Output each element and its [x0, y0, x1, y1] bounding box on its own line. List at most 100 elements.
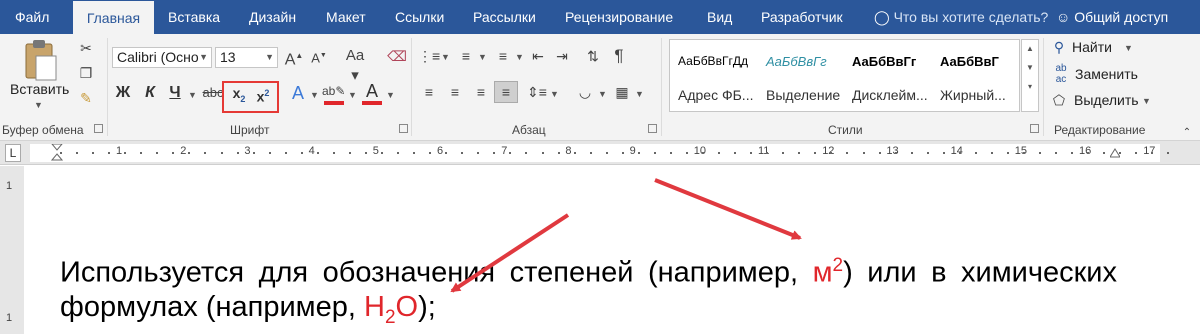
select-button[interactable]: Выделить — [1074, 92, 1139, 108]
style-item[interactable]: АаБбВвГ Жирный... — [932, 40, 1020, 111]
group-divider — [661, 38, 662, 136]
bold-button[interactable]: Ж — [113, 83, 133, 103]
text-run: формулах (например, — [60, 290, 364, 323]
chevron-down-icon[interactable]: ▼ — [348, 90, 357, 100]
tab-layout[interactable]: Макет — [326, 0, 366, 34]
font-size-select[interactable]: 13 ▼ — [215, 47, 278, 68]
copy-icon[interactable]: ❐ — [76, 63, 96, 83]
format-painter-icon[interactable]: ✎ — [76, 88, 96, 108]
chem-o: O — [395, 290, 419, 323]
paragraph-launcher-icon[interactable] — [648, 124, 657, 133]
font-color-icon[interactable]: A — [362, 81, 382, 101]
share-label: Общий доступ — [1074, 9, 1169, 25]
highlight-color-icon[interactable]: ab✎ — [322, 81, 345, 101]
horizontal-ruler[interactable]: 1 2 3 4 5 6 7 8 9 10 11 12 13 14 15 16 17 — [30, 144, 1170, 162]
text-effects-icon[interactable]: A — [288, 83, 308, 103]
bullets-icon[interactable]: ⋮≡ — [418, 46, 440, 66]
right-indent-marker-icon[interactable] — [1109, 145, 1121, 166]
ruler-tick — [926, 152, 929, 154]
replace-icon[interactable]: ab ac — [1050, 63, 1072, 85]
underline-dropdown-icon[interactable]: ▼ — [188, 90, 197, 100]
share-button[interactable]: ☺ Общий доступ — [1056, 0, 1168, 34]
ruler-tick — [445, 152, 448, 154]
chevron-down-icon[interactable]: ▼ — [478, 52, 487, 62]
ruler-tick — [621, 152, 624, 154]
chem-h: H — [364, 290, 385, 323]
style-item[interactable]: АаБбВвГгДд Адрес ФБ... — [670, 40, 758, 111]
select-arrow-icon[interactable]: ⬠ — [1050, 90, 1068, 110]
chevron-up-icon[interactable]: ▲ — [1022, 44, 1038, 53]
ruler-tick — [1135, 152, 1138, 154]
multilevel-list-icon[interactable]: ≡ — [492, 46, 514, 66]
paste-icon[interactable] — [22, 38, 60, 82]
chevron-down-icon[interactable]: ▼ — [441, 52, 450, 62]
document-paragraph[interactable]: Используется для обозначения степеней (н… — [60, 249, 1117, 334]
font-launcher-icon[interactable] — [399, 124, 408, 133]
chevron-down-icon[interactable]: ▼ — [635, 89, 644, 99]
align-center-icon[interactable]: ≡ — [444, 82, 466, 102]
tab-stop-selector[interactable]: L — [5, 144, 21, 162]
ruler-tick — [381, 152, 383, 154]
shading-icon[interactable]: ◡ — [574, 82, 596, 102]
vertical-ruler[interactable]: 1 1 — [0, 166, 24, 334]
paste-dropdown-icon[interactable]: ▼ — [34, 100, 43, 110]
clipboard-launcher-icon[interactable] — [94, 124, 103, 133]
style-item[interactable]: АаБбВвГг Дисклейм... — [844, 40, 932, 111]
grow-font-icon[interactable]: A▲ — [283, 46, 305, 70]
more-styles-icon[interactable]: ▾ — [1022, 82, 1038, 91]
align-left-icon[interactable]: ≡ — [418, 82, 440, 102]
ruler-tick — [798, 152, 801, 154]
cut-icon[interactable]: ✂ — [76, 38, 96, 58]
chevron-down-icon[interactable]: ▼ — [550, 89, 559, 99]
chevron-down-icon[interactable]: ▼ — [598, 89, 607, 99]
align-right-icon[interactable]: ≡ — [470, 82, 492, 102]
chevron-down-icon[interactable]: ▼ — [515, 52, 524, 62]
ruler-tick — [910, 152, 913, 154]
tab-references[interactable]: Ссылки — [395, 0, 444, 34]
chevron-down-icon[interactable]: ▼ — [310, 90, 319, 100]
styles-launcher-icon[interactable] — [1030, 124, 1039, 133]
line-spacing-icon[interactable]: ⇕≡ — [526, 82, 548, 102]
clear-formatting-icon[interactable]: ⌫ — [386, 46, 408, 66]
style-item[interactable]: АаБбВвГг Выделение — [758, 40, 844, 111]
ruler-tick — [364, 152, 367, 154]
ruler-number: 5 — [372, 145, 379, 157]
shrink-font-icon[interactable]: A▼ — [308, 46, 330, 68]
tab-home[interactable]: Главная — [73, 1, 154, 34]
show-formatting-icon[interactable]: ¶ — [608, 46, 630, 66]
ruler-tick — [268, 152, 271, 154]
tell-me-box[interactable]: ◯ Что вы хотите сделать? — [874, 0, 1048, 34]
decrease-indent-icon[interactable]: ⇤ — [527, 46, 549, 66]
search-icon[interactable]: ⚲ — [1050, 37, 1068, 57]
tab-mailings[interactable]: Рассылки — [473, 0, 536, 34]
chevron-down-icon[interactable]: ▼ — [1142, 96, 1151, 106]
numbering-icon[interactable]: ≡ — [455, 46, 477, 66]
collapse-ribbon-icon[interactable]: ⌃ — [1180, 123, 1194, 143]
chevron-down-icon[interactable]: ▼ — [1022, 63, 1038, 72]
tab-file[interactable]: Файл — [15, 0, 49, 34]
font-name-select[interactable]: Calibri (Осно ▼ — [112, 47, 212, 68]
styles-gallery-scroll[interactable]: ▲ ▼ ▾ — [1021, 39, 1039, 112]
ruler-number: 15 — [1014, 145, 1028, 157]
increase-indent-icon[interactable]: ⇥ — [551, 46, 573, 66]
chevron-down-icon[interactable]: ▼ — [1124, 43, 1133, 53]
find-button[interactable]: Найти — [1072, 39, 1112, 55]
justify-icon[interactable]: ≡ — [494, 81, 518, 103]
paste-button-label[interactable]: Вставить — [10, 81, 69, 97]
chevron-down-icon[interactable]: ▼ — [386, 90, 395, 100]
sort-icon[interactable]: ⇅ — [582, 46, 604, 66]
underline-button[interactable]: Ч — [165, 83, 185, 103]
tab-design[interactable]: Дизайн — [249, 0, 296, 34]
tab-view[interactable]: Вид — [707, 0, 732, 34]
ruler-number: 12 — [822, 145, 835, 157]
ruler-tick — [685, 152, 688, 154]
borders-icon[interactable]: ▦ — [611, 82, 633, 102]
ruler-tick — [300, 152, 303, 154]
italic-button[interactable]: К — [140, 83, 160, 103]
group-divider — [107, 38, 108, 136]
tab-developer[interactable]: Разработчик — [761, 0, 843, 34]
change-case-icon[interactable]: Aa ▾ — [340, 46, 370, 86]
tab-insert[interactable]: Вставка — [168, 0, 220, 34]
tab-review[interactable]: Рецензирование — [565, 0, 673, 34]
replace-button[interactable]: Заменить — [1075, 66, 1138, 82]
